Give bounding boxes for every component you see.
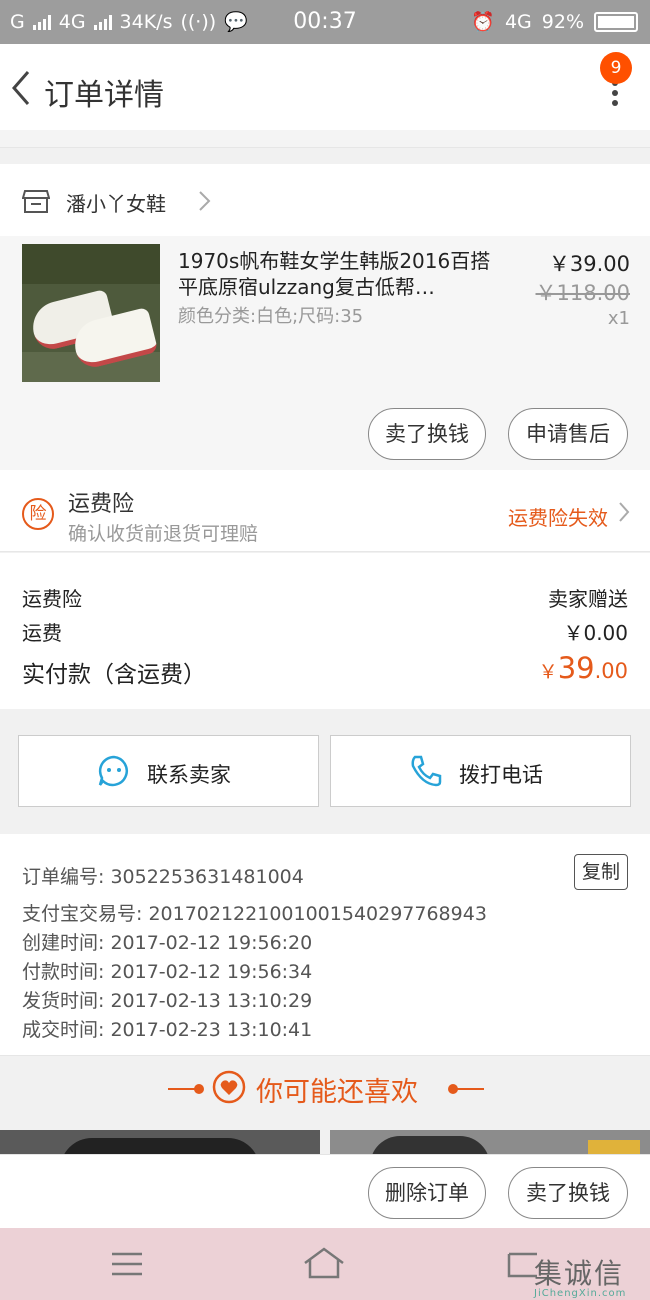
watermark: 集诚信 JiChengXin.com [534, 1252, 625, 1299]
shipping-insurance-row[interactable]: 险 运费险 确认收货前退货可理赔 运费险失效 [0, 470, 650, 552]
sell-item-button[interactable]: 卖了换钱 [508, 1167, 628, 1219]
watermark-url: JiChengXin.com [534, 1288, 627, 1299]
call-phone-button[interactable]: 拨打电话 [330, 735, 631, 807]
bottom-action-bar: 删除订单 卖了换钱 [0, 1154, 650, 1228]
section-divider [0, 130, 650, 148]
product-thumbnail[interactable] [22, 244, 160, 382]
chevron-right-icon [619, 502, 630, 522]
chevron-right-icon [199, 191, 211, 211]
insurance-title: 运费险 [68, 492, 135, 517]
fee-value: ￥0.00 [563, 621, 628, 645]
copy-button[interactable]: 复制 [574, 854, 628, 890]
shop-name[interactable]: 潘小丫女鞋 [66, 188, 166, 217]
insurance-icon: 险 [22, 498, 54, 530]
call-phone-label: 拨打电话 [459, 763, 543, 787]
product-quantity: x1 [607, 308, 630, 329]
product-price: ￥39.00 [548, 252, 630, 276]
page-title: 订单详情 [44, 78, 164, 113]
heart-icon [212, 1070, 246, 1104]
watermark-text: 集诚信 [534, 1257, 625, 1290]
paid-time: 付款时间: 2017-02-12 19:56:34 [22, 961, 313, 983]
fee-label: 运费 [22, 621, 62, 645]
after-sale-button[interactable]: 申请售后 [508, 408, 628, 460]
sell-item-button[interactable]: 卖了换钱 [368, 408, 486, 460]
battery-icon [594, 11, 638, 32]
status-bar: G 4G 34K/s ((·)) 💬 00:37 ⏰ 4G 92% [0, 0, 650, 44]
alarm-icon: ⏰ [471, 11, 495, 33]
nav-bar: 订单详情 9 [0, 44, 650, 130]
decor-dot [194, 1084, 204, 1094]
fee-summary: 运费险 卖家赠送 运费 ￥0.00 实付款（含运费） ￥39.00 [0, 553, 650, 709]
shop-icon [22, 190, 50, 213]
battery-percent: 92% [541, 10, 584, 33]
fee-value: 卖家赠送 [548, 587, 628, 611]
network-label-2: 4G [504, 10, 532, 33]
recommend-title: 你可能还喜欢 [256, 1077, 418, 1108]
product-title[interactable]: 1970s帆布鞋女学生韩版2016百搭平底原宿ulzzang复古低帮… [178, 248, 498, 300]
chat-bubble-icon [98, 755, 128, 787]
created-time: 创建时间: 2017-02-12 19:56:20 [22, 932, 313, 954]
decor-line [454, 1088, 484, 1090]
order-number: 订单编号: 3052253631481004 [22, 866, 304, 888]
fee-row-insurance: 运费险 卖家赠送 [22, 583, 628, 612]
shop-header[interactable]: 潘小丫女鞋 [0, 164, 650, 236]
status-right: ⏰ 4G 92% [471, 10, 638, 33]
insurance-status[interactable]: 运费险失效 [508, 502, 608, 531]
phone-icon [411, 755, 442, 787]
contact-seller-label: 联系卖家 [147, 763, 231, 787]
alipay-trade-number: 支付宝交易号: 2017021221001001540297768943 [22, 903, 487, 925]
fee-row-shipping: 运费 ￥0.00 [22, 617, 628, 646]
completed-time: 成交时间: 2017-02-23 13:10:41 [22, 1019, 313, 1041]
contact-actions: 联系卖家 拨打电话 [0, 725, 650, 819]
home-icon[interactable] [302, 1246, 346, 1280]
product-sku: 颜色分类:白色;尺码:35 [178, 306, 364, 327]
order-info: 订单编号: 3052253631481004 复制 支付宝交易号: 201702… [0, 834, 650, 1056]
fee-row-total: 实付款（含运费） ￥39.00 [22, 651, 628, 689]
back-arrow-icon[interactable] [8, 68, 38, 108]
fee-label: 运费险 [22, 587, 82, 611]
shipped-time: 发货时间: 2017-02-13 13:10:29 [22, 990, 313, 1012]
insurance-subtitle: 确认收货前退货可理赔 [68, 523, 259, 545]
menu-icon[interactable] [112, 1252, 142, 1276]
order-item[interactable]: 1970s帆布鞋女学生韩版2016百搭平底原宿ulzzang复古低帮… 颜色分类… [0, 236, 650, 470]
product-original-price: ￥118.00 [535, 281, 630, 305]
delete-order-button[interactable]: 删除订单 [368, 1167, 486, 1219]
total-value: ￥39.00 [538, 651, 628, 685]
notification-badge: 9 [600, 52, 632, 84]
total-label: 实付款（含运费） [22, 662, 206, 688]
contact-seller-button[interactable]: 联系卖家 [18, 735, 319, 807]
more-menu-icon[interactable] [612, 80, 620, 110]
recommend-header: 你可能还喜欢 [0, 1056, 650, 1120]
